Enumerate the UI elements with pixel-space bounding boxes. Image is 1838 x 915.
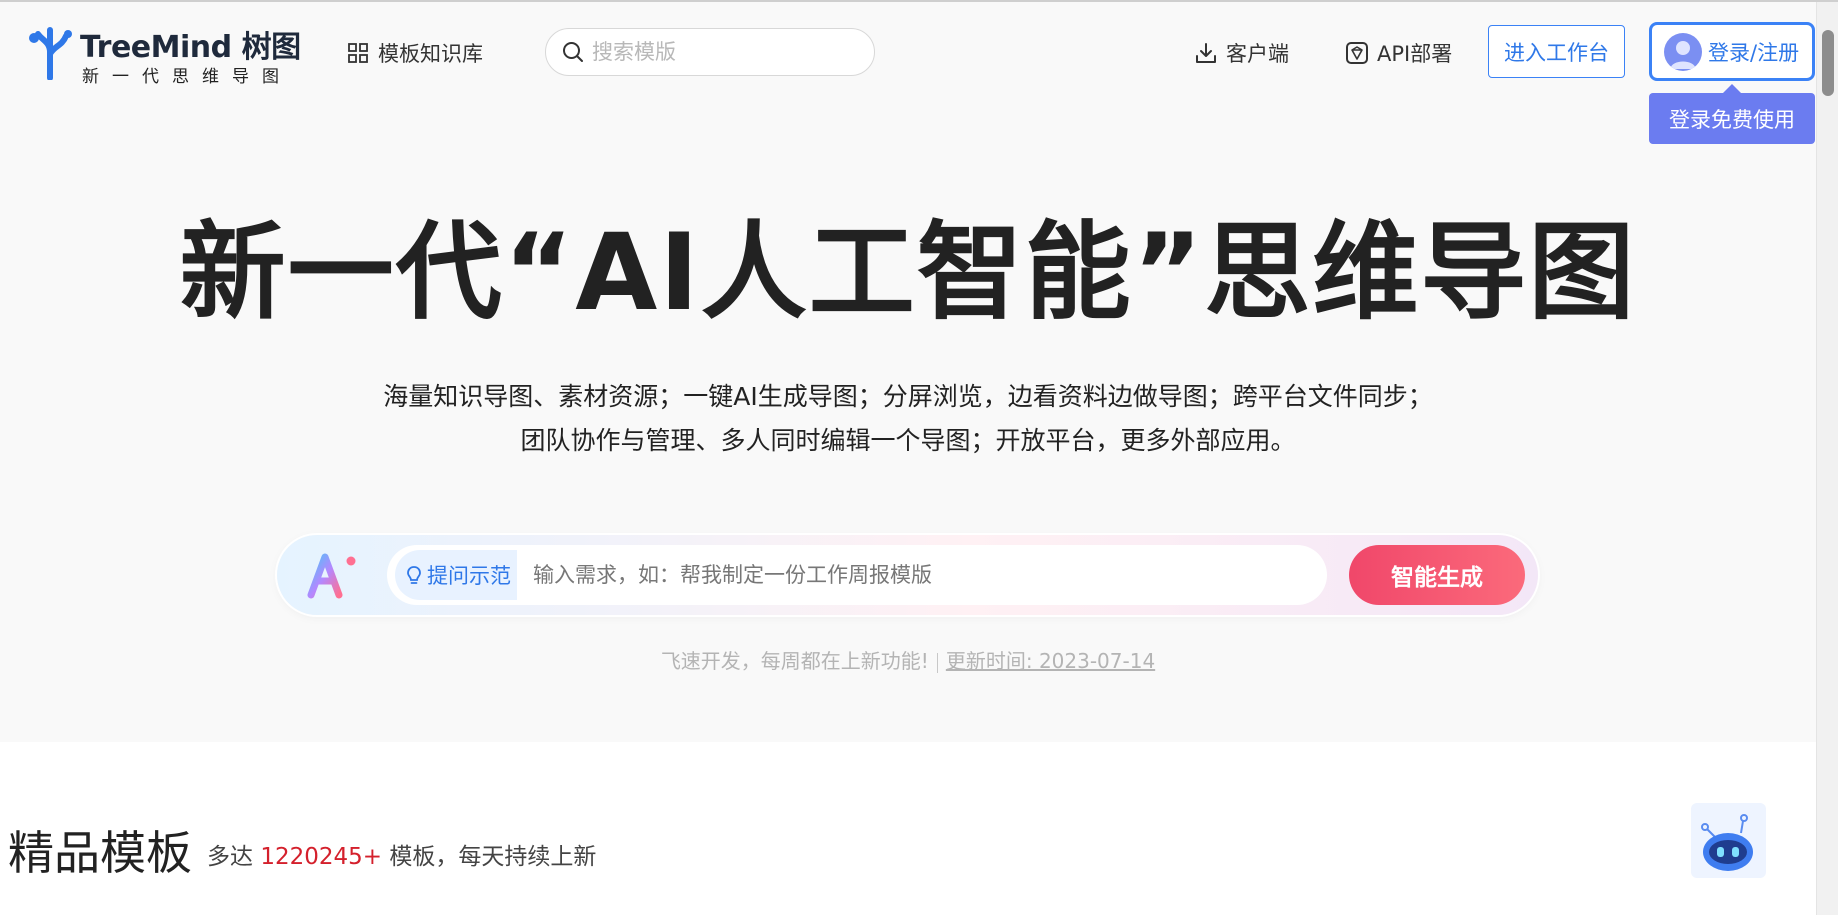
search-box[interactable] — [545, 28, 875, 76]
robot-icon — [1701, 814, 1753, 871]
brand-tagline: 新一代思维导图 — [82, 67, 292, 87]
hero-subtitle-line1: 海量知识导图、素材资源；一键AI生成导图；分屏浏览，边看资料边做导图；跨平台文件… — [383, 382, 1433, 411]
nav-client-download[interactable]: 客户端 — [1194, 38, 1289, 68]
download-icon — [1196, 43, 1216, 63]
section-sub-suffix: 模板，每天持续上新 — [389, 844, 597, 870]
section-subtitle: 多达 1220245+ 模板，每天持续上新 — [207, 837, 596, 871]
update-divider — [936, 652, 938, 673]
nav-api-deploy[interactable]: API部署 — [1345, 38, 1452, 68]
treemind-logo[interactable]: TreeMind 树图 新一代思维导图 — [28, 20, 301, 87]
section-title: 精品模板 — [8, 826, 192, 880]
update-info: 飞速开发，每周都在上新功能! 更新时间: 2023-07-14 — [0, 645, 1816, 674]
nav-api-label: API部署 — [1377, 42, 1453, 66]
update-text: 飞速开发，每周都在上新功能! — [660, 649, 929, 673]
template-count: 1220245+ — [260, 844, 383, 870]
grid-icon — [348, 43, 368, 63]
ai-input-field[interactable]: 提问示范 — [387, 545, 1327, 605]
assistant-robot-button[interactable] — [1691, 803, 1766, 878]
update-time-link[interactable]: 更新时间: 2023-07-14 — [946, 649, 1155, 673]
search-input[interactable] — [592, 40, 852, 64]
nav-template-library[interactable]: 模板知识库 — [348, 38, 483, 68]
ask-example-button[interactable]: 提问示范 — [395, 550, 517, 600]
ask-example-label: 提问示范 — [427, 564, 511, 588]
login-register-label: 登录/注册 — [1708, 40, 1800, 65]
login-register-button[interactable]: 登录/注册 — [1649, 22, 1815, 81]
hero-subtitle-line2: 团队协作与管理、多人同时编辑一个导图；开放平台，更多外部应用。 — [520, 426, 1296, 455]
ai-generate-bar: 提问示范 智能生成 — [277, 535, 1538, 615]
site-header: TreeMind 树图 新一代思维导图 模板知识库 客户端 API部署 进入工作… — [0, 2, 1816, 98]
search-icon — [563, 42, 583, 62]
hero-subtitle: 海量知识导图、素材资源；一键AI生成导图；分屏浏览，边看资料边做导图；跨平台文件… — [0, 375, 1816, 463]
page-scrollbar[interactable] — [1816, 2, 1838, 915]
section-sub-prefix: 多达 — [207, 844, 253, 870]
lightbulb-icon — [407, 566, 421, 584]
nav-client-label: 客户端 — [1226, 42, 1289, 66]
user-avatar-icon — [1664, 32, 1702, 71]
smart-generate-button[interactable]: 智能生成 — [1349, 545, 1525, 605]
nav-template-library-label: 模板知识库 — [378, 42, 483, 66]
api-shield-icon — [1346, 42, 1368, 64]
ai-logo-icon — [307, 553, 356, 599]
enter-workspace-button[interactable]: 进入工作台 — [1488, 25, 1625, 78]
tree-logo-icon — [29, 27, 72, 80]
ai-prompt-input[interactable] — [533, 563, 1293, 587]
hero-title: 新一代“AI人工智能”思维导图 — [179, 211, 1637, 334]
login-free-tooltip[interactable]: 登录免费使用 — [1649, 84, 1815, 144]
scrollbar-thumb[interactable] — [1822, 30, 1834, 96]
brand-name: TreeMind 树图 — [80, 30, 301, 65]
featured-templates-section: 精品模板 多达 1220245+ 模板，每天持续上新 — [0, 742, 1816, 915]
